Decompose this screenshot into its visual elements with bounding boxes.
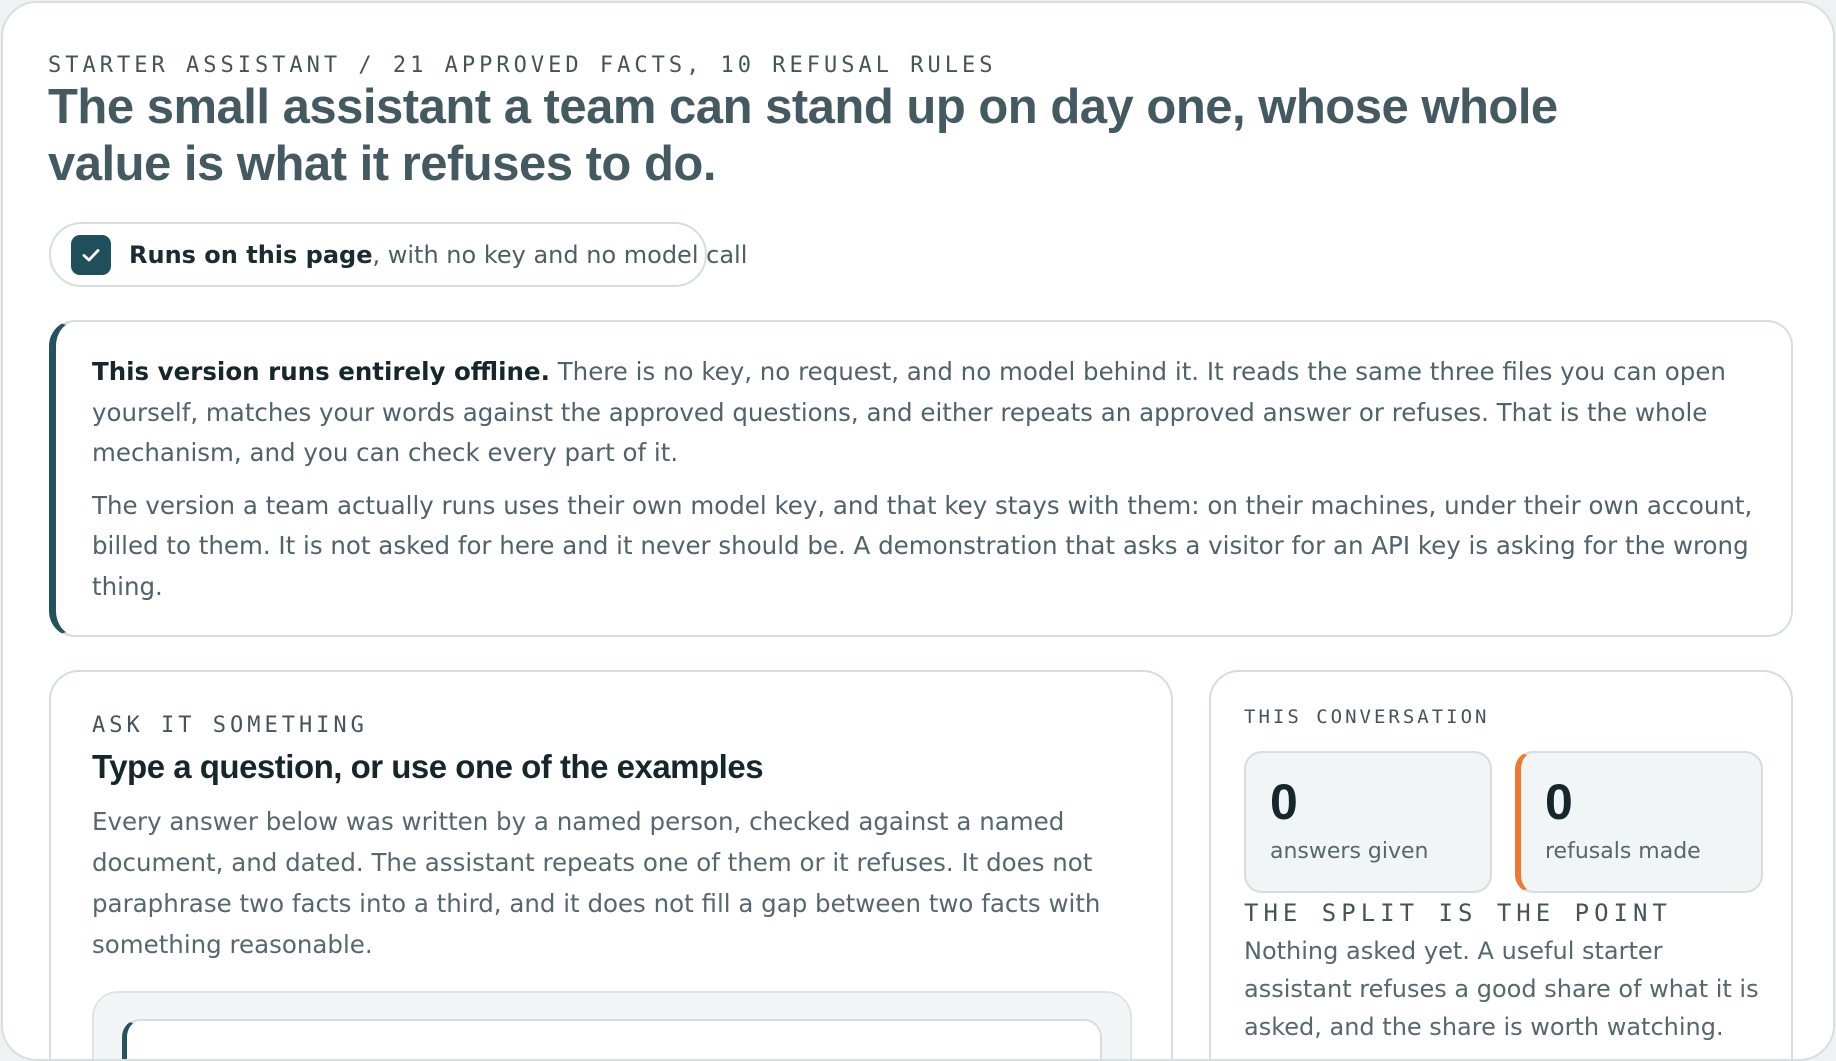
checkmark-icon: [71, 234, 111, 275]
ask-panel: ASK IT SOMETHING Type a question, or use…: [49, 670, 1173, 1059]
page-eyebrow: STARTER ASSISTANT / 21 APPROVED FACTS, 1…: [48, 53, 997, 78]
conversation-eyebrow: THIS CONVERSATION: [1244, 706, 1490, 728]
offline-notice: This version runs entirely offline. Ther…: [49, 320, 1793, 637]
ask-title: Type a question, or use one of the examp…: [92, 748, 764, 785]
refusals-label: refusals made: [1545, 839, 1701, 864]
ask-eyebrow: ASK IT SOMETHING: [92, 713, 368, 738]
conversation-panel: THIS CONVERSATION 0 answers given 0 refu…: [1209, 670, 1793, 1059]
status-pill-text: Runs on this page, with no key and no mo…: [129, 241, 747, 269]
offline-status-pill: Runs on this page, with no key and no mo…: [49, 222, 747, 287]
answers-count: 0: [1270, 774, 1298, 830]
page-title: The small assistant a team can stand up …: [48, 80, 1558, 191]
answers-label: answers given: [1270, 839, 1429, 864]
notice-paragraph-1: This version runs entirely offline. Ther…: [92, 352, 1755, 474]
status-pill-strong: Runs on this page: [129, 240, 373, 269]
notice-paragraph-2: The version a team actually runs uses th…: [92, 490, 1753, 601]
split-title: THE SPLIT IS THE POINT: [1244, 899, 1672, 927]
status-pill-rest: , with no key and no model call: [372, 240, 748, 269]
answers-given-stat: 0 answers given: [1244, 751, 1492, 893]
question-input[interactable]: [122, 1019, 1102, 1059]
page-container: STARTER ASSISTANT / 21 APPROVED FACTS, 1…: [1, 1, 1835, 1061]
notice-strong: This version runs entirely offline.: [92, 357, 550, 386]
refusals-count: 0: [1545, 774, 1573, 830]
ask-description: Every answer below was written by a name…: [92, 807, 1101, 959]
refusals-made-stat: 0 refusals made: [1515, 751, 1763, 893]
split-text: Nothing asked yet. A useful starter assi…: [1244, 937, 1759, 1041]
question-input-area: [92, 991, 1132, 1059]
